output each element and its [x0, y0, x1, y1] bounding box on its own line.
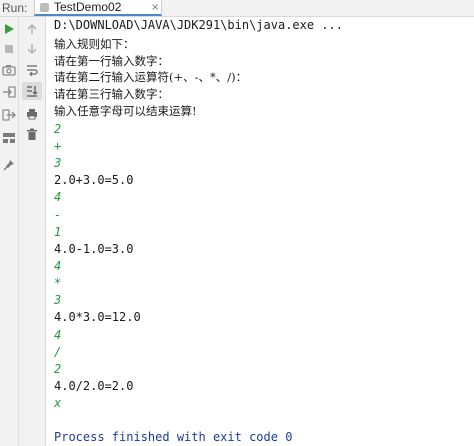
console-input-line: 4 [54, 259, 62, 273]
run-label: Run: [2, 1, 28, 15]
close-icon[interactable]: × [151, 0, 159, 15]
scroll-to-end-toggle[interactable] [22, 82, 42, 100]
print-icon[interactable] [26, 108, 38, 120]
tab-testdemo02[interactable]: TestDemo02 × [34, 0, 162, 16]
console-command-line: D:\DOWNLOAD\JAVA\JDK291\bin\java.exe ... [54, 18, 343, 32]
layout-icon[interactable] [2, 132, 16, 144]
console-input-line: / [54, 345, 62, 359]
scroll-down-icon[interactable] [26, 43, 38, 55]
console-input-line: * [54, 276, 62, 290]
tab-label: TestDemo02 [54, 0, 122, 14]
soft-wrap-icon[interactable] [26, 64, 38, 76]
exit-icon[interactable] [2, 109, 16, 121]
run-config-icon [40, 3, 49, 12]
console-input-line: 3 [54, 293, 62, 307]
console-input-line: 3 [54, 156, 62, 170]
console-line: 输入任意字母可以结束运算! [54, 104, 197, 118]
console-result-line: 4.0/2.0=2.0 [54, 379, 134, 393]
pin-icon[interactable] [3, 159, 15, 171]
console-input-line: 4 [54, 328, 62, 342]
camera-icon[interactable] [2, 64, 16, 76]
run-toolbar-primary [0, 17, 19, 446]
console-line: 请在第三行输入数字： [54, 87, 169, 101]
run-icon[interactable] [3, 23, 15, 35]
console-input-line: - [54, 208, 62, 222]
console-output[interactable]: D:\DOWNLOAD\JAVA\JDK291\bin\java.exe ...… [51, 17, 471, 446]
trash-icon[interactable] [26, 128, 38, 141]
console-line: 请在第二行输入运算符(+、-、*、/)： [54, 70, 248, 84]
console-input-line: + [54, 139, 62, 153]
console-input-line: 2 [54, 362, 62, 376]
login-icon[interactable] [2, 86, 16, 98]
process-finished-message: Process finished with exit code 0 [54, 430, 293, 444]
run-tool-window-header: Run: TestDemo02 × [0, 0, 474, 17]
console-line: 输入规则如下： [54, 37, 135, 51]
console-result-line: 2.0+3.0=5.0 [54, 173, 134, 187]
stop-icon[interactable] [3, 43, 15, 55]
console-input-line: 4 [54, 190, 62, 204]
console-line: 请在第一行输入数字： [54, 54, 169, 68]
console-input-line: 1 [54, 225, 62, 239]
console-input-line: 2 [54, 122, 62, 136]
scroll-to-end-icon [27, 86, 38, 97]
console-result-line: 4.0-1.0=3.0 [54, 242, 134, 256]
console-result-line: 4.0*3.0=12.0 [54, 310, 141, 324]
scroll-up-icon[interactable] [26, 23, 38, 35]
console-input-line: x [54, 396, 62, 410]
